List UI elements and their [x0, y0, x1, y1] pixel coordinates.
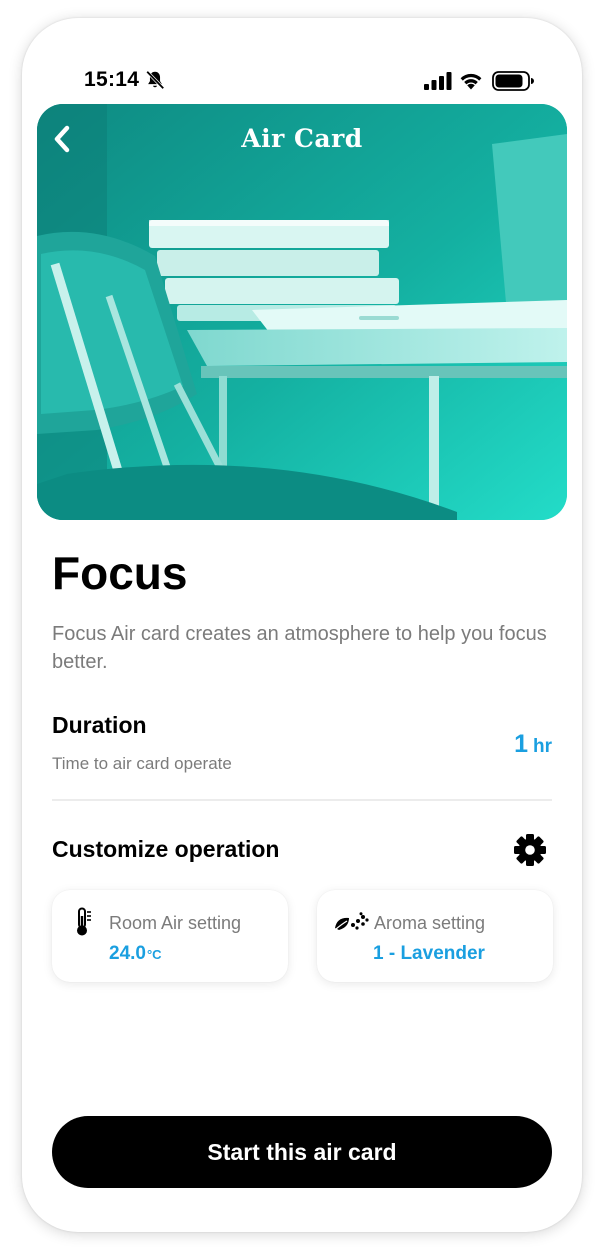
start-air-card-button[interactable]: Start this air card	[52, 1116, 552, 1188]
air-card-description: Focus Air card creates an atmosphere to …	[52, 623, 547, 673]
study-desk-illustration	[37, 104, 567, 520]
header-title: Air Card	[241, 124, 363, 153]
room-air-setting-card[interactable]: Room Air setting 24.0°C	[52, 890, 288, 982]
settings-button[interactable]	[512, 832, 548, 868]
duration-value[interactable]: 1 hr	[514, 730, 552, 759]
cellular-signal-icon	[424, 72, 452, 90]
gear-icon	[514, 834, 546, 866]
wifi-icon	[460, 73, 482, 90]
aroma-setting-card[interactable]: Aroma setting 1 - Lavender	[317, 890, 553, 982]
bell-muted-icon	[146, 70, 165, 90]
thermometer-icon	[77, 907, 91, 936]
room-air-label: Room Air setting	[109, 913, 242, 933]
aroma-label: Aroma setting	[374, 913, 486, 933]
status-time: 15:14	[84, 68, 140, 91]
duration-title: Duration	[52, 712, 147, 738]
duration-unit: hr	[533, 736, 552, 757]
divider	[52, 799, 552, 801]
duration-number: 1	[514, 730, 528, 758]
aroma-leaf-icon	[335, 912, 369, 930]
air-card-name: Focus	[52, 547, 188, 599]
room-air-temperature: 24.0	[109, 943, 146, 964]
aroma-value: 1 - Lavender	[373, 943, 485, 964]
customize-title: Customize operation	[52, 836, 280, 862]
battery-icon	[492, 71, 534, 91]
room-air-unit: °C	[146, 947, 162, 962]
phone-screen: 15:14 Air Card Focus Focus Air card crea…	[22, 18, 582, 1232]
duration-subtitle: Time to air card operate	[52, 754, 232, 773]
air-card-hero-image: Air Card	[37, 104, 567, 520]
room-air-value: 24.0°C	[109, 943, 162, 965]
